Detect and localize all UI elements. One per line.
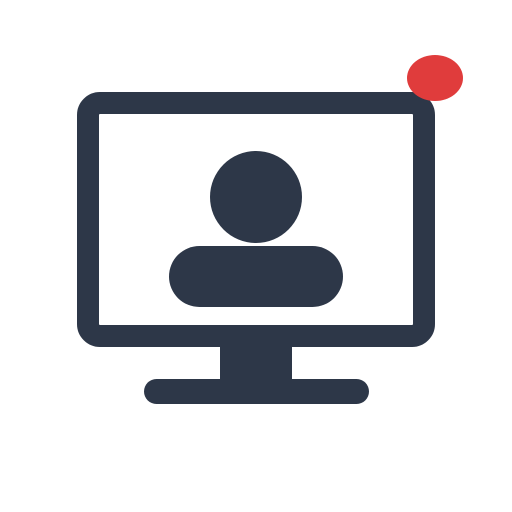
user-head [210, 151, 302, 243]
video-call-monitor-icon [77, 55, 463, 404]
user-body [169, 246, 343, 307]
user-avatar-icon [169, 151, 343, 307]
notification-dot-icon [407, 55, 463, 101]
monitor-stand-base [144, 379, 369, 404]
monitor-stand-neck [220, 336, 292, 384]
icon-canvas [0, 0, 512, 512]
